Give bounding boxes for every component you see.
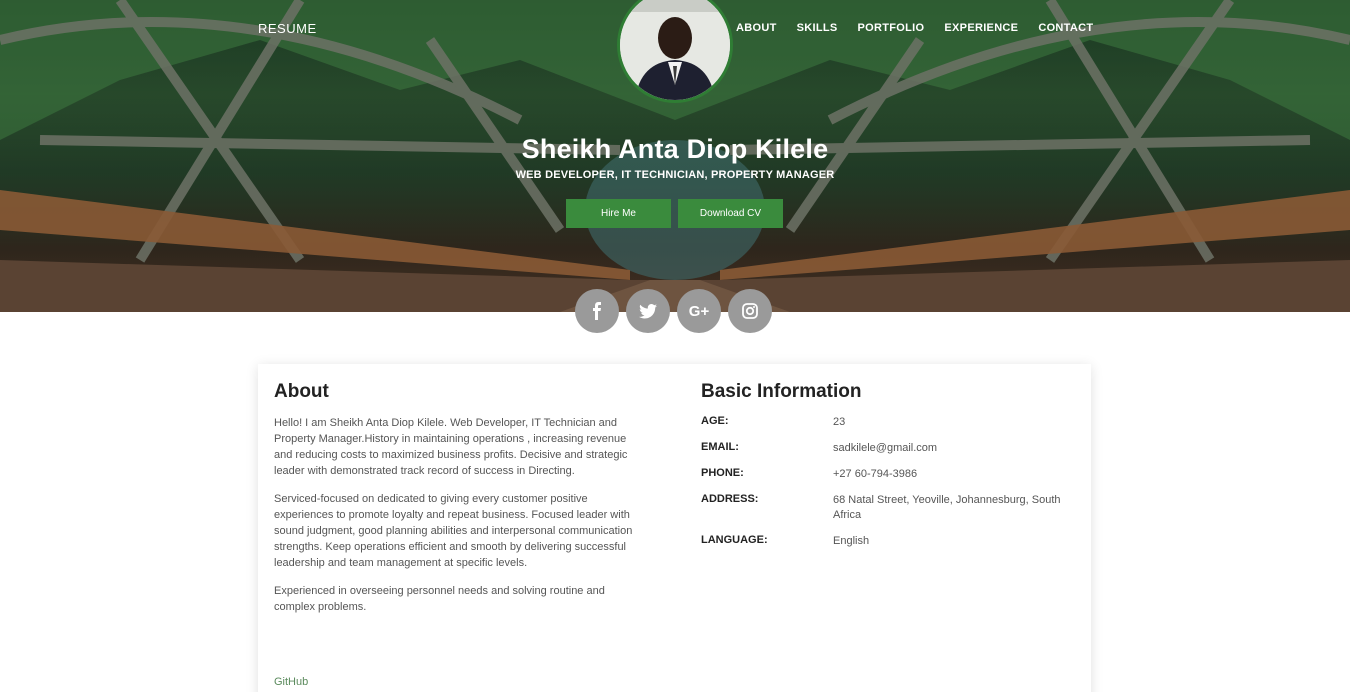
- info-value: 68 Natal Street, Yeoville, Johannesburg,…: [833, 494, 1061, 521]
- nav-skills[interactable]: SKILLS: [797, 22, 838, 34]
- about-paragraph: Hello! I am Sheikh Anta Diop Kilele. Web…: [274, 417, 628, 477]
- about-paragraph: Serviced-focused on dedicated to giving …: [274, 493, 633, 569]
- brand-link[interactable]: RESUME: [258, 21, 317, 36]
- info-value: sadkilele@gmail.com: [833, 442, 938, 454]
- hero-banner: RESUME ABOUT SKILLS PORTFOLIO EXPERIENCE…: [0, 0, 1350, 312]
- info-label: EMAIL:: [701, 441, 739, 453]
- hero-tagline: WEB DEVELOPER, IT TECHNICIAN, PROPERTY M…: [515, 169, 835, 181]
- info-row-phone: PHONE: +27 60-794-3986: [701, 467, 1081, 482]
- info-value: +27 60-794-3986: [833, 468, 918, 480]
- info-row-language: LANGUAGE: English: [701, 534, 1081, 549]
- info-value: English: [833, 535, 870, 547]
- nav-about[interactable]: ABOUT: [736, 22, 777, 34]
- info-label: PHONE:: [701, 467, 744, 479]
- facebook-icon[interactable]: [575, 289, 619, 333]
- nav-contact[interactable]: CONTACT: [1038, 22, 1093, 34]
- hero-name: Sheikh Anta Diop Kilele: [521, 134, 829, 164]
- about-section: About Hello! I am Sheikh Anta Diop Kilel…: [274, 381, 644, 627]
- nav-experience[interactable]: EXPERIENCE: [944, 22, 1018, 34]
- info-label: ADDRESS:: [701, 493, 759, 505]
- hire-me-button[interactable]: Hire Me: [566, 199, 671, 228]
- main-nav: ABOUT SKILLS PORTFOLIO EXPERIENCE CONTAC…: [736, 22, 1113, 34]
- info-label: LANGUAGE:: [701, 534, 768, 546]
- info-label: AGE:: [701, 415, 729, 427]
- info-value: 23: [833, 416, 846, 428]
- social-links: G+: [575, 289, 772, 333]
- info-row-age: AGE: 23: [701, 415, 1081, 430]
- nav-portfolio[interactable]: PORTFOLIO: [858, 22, 925, 34]
- info-row-address: ADDRESS: 68 Natal Street, Yeoville, Joha…: [701, 493, 1081, 523]
- about-card: About Hello! I am Sheikh Anta Diop Kilel…: [258, 364, 1091, 692]
- instagram-icon[interactable]: [728, 289, 772, 333]
- google-plus-glyph: G+: [688, 302, 710, 320]
- github-link[interactable]: GitHub: [274, 676, 308, 688]
- about-title: About: [274, 381, 329, 402]
- info-row-email: EMAIL: sadkilele@gmail.com: [701, 441, 1081, 456]
- profile-photo: [620, 0, 730, 100]
- download-cv-button[interactable]: Download CV: [678, 199, 783, 228]
- twitter-icon[interactable]: [626, 289, 670, 333]
- google-plus-icon[interactable]: G+: [677, 289, 721, 333]
- basic-information-title: Basic Information: [701, 381, 862, 402]
- basic-information-section: Basic Information AGE: 23 EMAIL: sadkile…: [701, 381, 1081, 560]
- about-paragraph: Experienced in overseeing personnel need…: [274, 585, 605, 613]
